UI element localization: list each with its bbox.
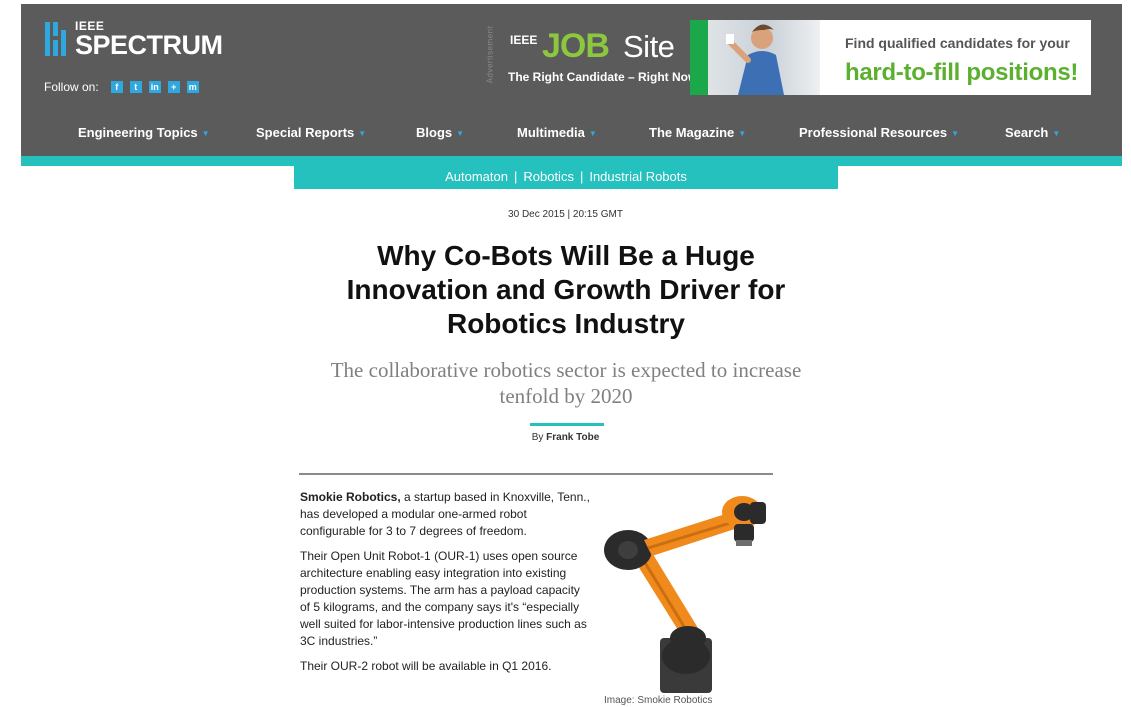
byline-prefix: By — [531, 432, 544, 443]
breadcrumb-robotics[interactable]: Robotics — [523, 169, 574, 184]
article-paragraph: Their Open Unit Robot-1 (OUR-1) uses ope… — [300, 549, 587, 648]
nav-search[interactable]: Search ▼ — [1005, 125, 1060, 140]
ad-site-text: Site — [623, 29, 675, 64]
article-divider — [299, 473, 773, 475]
nav-the-magazine[interactable]: The Magazine ▼ — [649, 125, 746, 140]
breadcrumb-automaton[interactable]: Automaton — [445, 169, 508, 184]
byline-divider — [530, 423, 604, 426]
nav-professional-resources[interactable]: Professional Resources ▼ — [799, 125, 959, 140]
article-dateline: 30 Dec 2015 | 20:15 GMT — [508, 209, 623, 220]
article-byline: By Frank Tobe — [0, 432, 1131, 443]
twitter-icon[interactable]: t — [129, 81, 142, 93]
chevron-down-icon: ▼ — [358, 129, 367, 138]
spectrum-logo-icon — [45, 22, 66, 56]
chevron-down-icon: ▼ — [1052, 129, 1061, 138]
google-plus-icon[interactable]: + — [167, 81, 180, 93]
breadcrumb-separator: | — [579, 168, 584, 184]
ad-hard-text: hard-to-fill positions! — [845, 59, 1079, 86]
article-paragraph: Smokie Robotics, a startup based in Knox… — [300, 490, 590, 538]
jobsite-ad-banner[interactable]: Advertisement IEEE JOB Site The Right Ca… — [480, 20, 1091, 95]
ad-label: Advertisement — [485, 25, 495, 84]
ad-message-panel: Find qualified candidates for your hard-… — [820, 20, 1091, 95]
article-dek: The collaborative robotics sector is exp… — [330, 358, 802, 408]
article-body: Smokie Robotics, a startup based in Knox… — [300, 489, 590, 683]
rss-icon[interactable]: m — [186, 81, 199, 93]
main-nav: Engineering Topics ▼ Special Reports ▼ Blo… — [21, 125, 1122, 145]
chevron-down-icon: ▼ — [456, 129, 465, 138]
spectrum-logo[interactable]: IEEE SPECTRUM — [45, 20, 223, 60]
image-caption: Image: Smokie Robotics — [604, 695, 713, 706]
nav-blogs[interactable]: Blogs ▼ — [416, 125, 464, 140]
breadcrumb-industrial-robots[interactable]: Industrial Robots — [589, 169, 687, 184]
article-paragraph: Their OUR-2 robot will be available in Q… — [300, 659, 552, 673]
chevron-down-icon: ▼ — [951, 129, 960, 138]
company-link[interactable]: Smokie Robotics, — [300, 490, 401, 504]
ad-jobsite-panel: IEEE JOB Site The Right Candidate – Righ… — [500, 20, 701, 95]
ad-tagline: The Right Candidate – Right Now! — [508, 70, 702, 84]
article-title: Why Co-Bots Will Be a Huge Innovation an… — [346, 240, 786, 339]
follow-bar: Follow on: f t in + m — [44, 80, 206, 94]
ad-job-text: JOB — [542, 27, 610, 65]
ad-ieee-text: IEEE — [510, 33, 538, 47]
chevron-down-icon: ▼ — [588, 129, 597, 138]
robot-arm-image — [598, 488, 773, 693]
nav-engineering-topics[interactable]: Engineering Topics ▼ — [78, 125, 210, 140]
follow-label: Follow on: — [44, 80, 99, 94]
nav-multimedia[interactable]: Multimedia ▼ — [517, 125, 597, 140]
ad-find-text: Find qualified candidates for your — [845, 35, 1070, 51]
breadcrumb: Automaton | Robotics | Industrial Robots — [294, 163, 838, 189]
linkedin-icon[interactable]: in — [148, 81, 161, 93]
author-link[interactable]: Frank Tobe — [546, 432, 599, 443]
facebook-icon[interactable]: f — [110, 81, 123, 93]
logo-spectrum-text: SPECTRUM — [75, 30, 223, 60]
chevron-down-icon: ▼ — [201, 129, 210, 138]
nav-special-reports[interactable]: Special Reports ▼ — [256, 125, 366, 140]
ad-photo-image — [690, 20, 820, 95]
chevron-down-icon: ▼ — [738, 129, 747, 138]
breadcrumb-separator: | — [513, 168, 518, 184]
